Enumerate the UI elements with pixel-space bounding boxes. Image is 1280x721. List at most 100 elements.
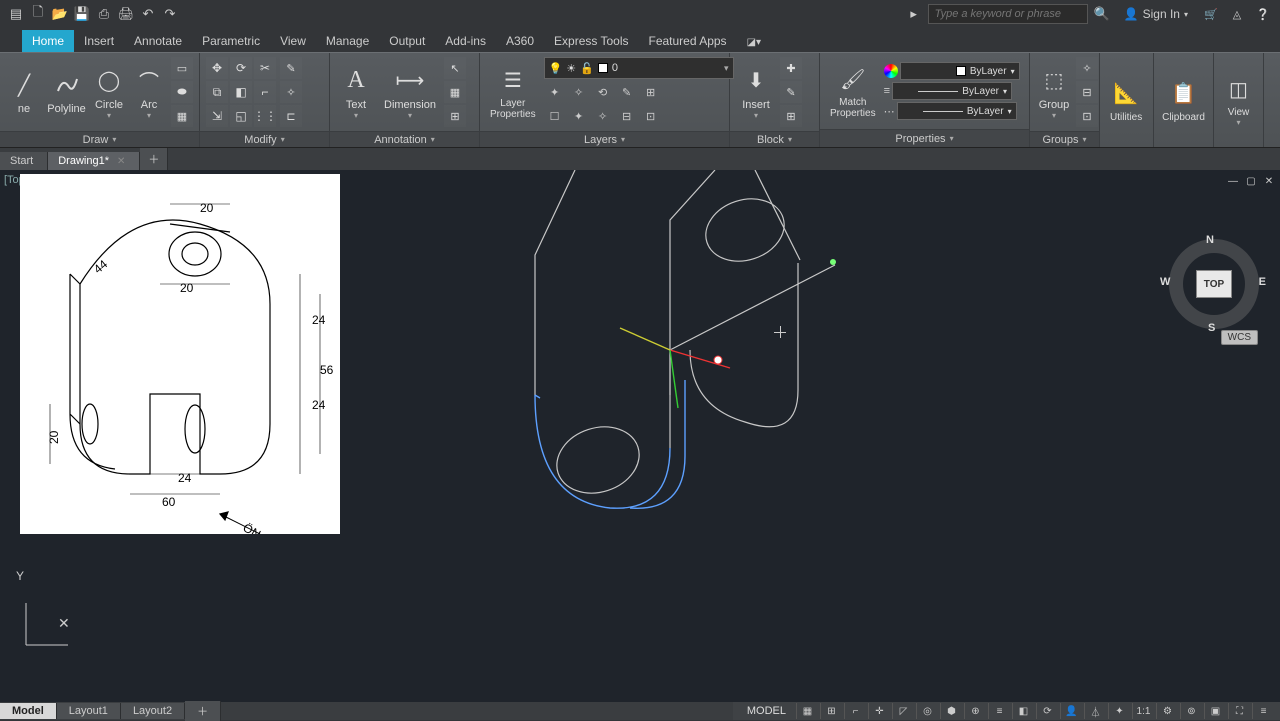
dimension-button[interactable]: ⟼Dimension [380, 63, 440, 122]
status-lwt-icon[interactable]: ≡ [988, 703, 1010, 719]
clipboard-button[interactable]: 📋Clipboard [1160, 76, 1207, 125]
layer-tool-1[interactable]: ✦ [544, 81, 566, 103]
layer-tool-8[interactable]: ✧ [592, 105, 614, 127]
layout-2[interactable]: Layout2 [121, 703, 185, 719]
offset-icon[interactable]: ⊏ [280, 105, 302, 127]
layer-tool-9[interactable]: ⊟ [616, 105, 638, 127]
status-snap-icon[interactable]: ⊞ [820, 703, 842, 719]
wcs-badge[interactable]: WCS [1221, 330, 1258, 345]
panel-annotation-title[interactable]: Annotation [330, 131, 479, 147]
search-arrow-icon[interactable]: ▸ [904, 4, 924, 24]
panel-block-title[interactable]: Block [730, 131, 819, 147]
search-input[interactable] [928, 4, 1088, 24]
mirror-icon[interactable]: ◧ [230, 81, 252, 103]
layer-tool-10[interactable]: ⊡ [640, 105, 662, 127]
trim-icon[interactable]: ✂ [254, 57, 276, 79]
close-icon[interactable]: ✕ [117, 156, 125, 167]
qat-open-icon[interactable]: 📂 [50, 4, 70, 24]
line-button[interactable]: ╱ne [6, 67, 42, 117]
viewcube-east[interactable]: E [1259, 276, 1266, 288]
group-button[interactable]: ⬚Group [1036, 63, 1072, 122]
tab-parametric[interactable]: Parametric [192, 30, 270, 52]
tab-express[interactable]: Express Tools [544, 30, 638, 52]
layer-tool-4[interactable]: ✎ [616, 81, 638, 103]
minimize-icon[interactable]: — [1226, 174, 1240, 188]
scale-icon[interactable]: ◱ [230, 105, 252, 127]
tab-annotate[interactable]: Annotate [124, 30, 192, 52]
fillet-icon[interactable]: ⌐ [254, 81, 276, 103]
group-select-icon[interactable]: ⊡ [1076, 105, 1098, 127]
status-grid-icon[interactable]: ▦ [796, 703, 818, 719]
status-cycle-icon[interactable]: ⟳ [1036, 703, 1058, 719]
tab-a360[interactable]: A360 [496, 30, 544, 52]
leader-icon[interactable]: ↖ [444, 57, 466, 79]
drawing-canvas[interactable]: [Top — ▢ ✕ 20 20 44 24 56 24 [0, 170, 1280, 702]
status-custom-icon[interactable]: ≡ [1252, 703, 1274, 719]
tab-overflow-icon[interactable]: ◪▾ [737, 33, 771, 52]
linetype-dropdown[interactable]: ByLayer [897, 102, 1017, 120]
hatch-icon[interactable]: ▦ [171, 105, 193, 127]
file-tab-drawing[interactable]: Drawing1*✕ [48, 152, 140, 170]
layer-tool-5[interactable]: ⊞ [640, 81, 662, 103]
file-tab-start[interactable]: Start [0, 152, 48, 170]
match-properties-button[interactable]: 🖌Match Properties [826, 61, 880, 121]
utilities-button[interactable]: 📐Utilities [1106, 76, 1146, 125]
text-button[interactable]: AText [336, 63, 376, 122]
qat-undo-icon[interactable]: ↶ [138, 4, 158, 24]
signin-button[interactable]: 👤 Sign In ▾ [1116, 7, 1196, 21]
copy-icon[interactable]: ⧉ [206, 81, 228, 103]
tab-addins[interactable]: Add-ins [435, 30, 496, 52]
rotate-icon[interactable]: ⟳ [230, 57, 252, 79]
tab-featured[interactable]: Featured Apps [639, 30, 737, 52]
layer-tool-7[interactable]: ✦ [568, 105, 590, 127]
status-model[interactable]: MODEL [739, 705, 794, 717]
tab-home[interactable]: Home [22, 30, 74, 52]
file-tab-new[interactable]: ＋ [140, 148, 168, 170]
array-icon[interactable]: ⋮⋮ [254, 105, 276, 127]
group-ungroup-icon[interactable]: ⊟ [1076, 81, 1098, 103]
qat-saveas-icon[interactable]: ⎙ [94, 4, 114, 24]
viewcube-west[interactable]: W [1160, 276, 1170, 288]
layer-tool-2[interactable]: ✧ [568, 81, 590, 103]
a360-icon[interactable]: ◬ [1226, 4, 1248, 24]
tab-manage[interactable]: Manage [316, 30, 379, 52]
layer-properties-button[interactable]: ☰Layer Properties [486, 62, 540, 122]
status-3dsnap-icon[interactable]: ⬢ [940, 703, 962, 719]
panel-properties-title[interactable]: Properties [820, 129, 1029, 147]
stretch-icon[interactable]: ⇲ [206, 105, 228, 127]
viewcube-south[interactable]: S [1208, 322, 1215, 334]
app-menu-icon[interactable]: ▤ [6, 4, 26, 24]
block-create-icon[interactable]: ✚ [780, 57, 802, 79]
status-gizmo-icon[interactable]: 👤 [1060, 703, 1082, 719]
close-viewport-icon[interactable]: ✕ [1262, 174, 1276, 188]
status-filter-icon[interactable]: ⏃ [1084, 703, 1106, 719]
layout-model[interactable]: Model [0, 703, 57, 719]
help-icon[interactable]: ❔ [1252, 4, 1274, 24]
layer-dropdown[interactable]: 💡 ☀ 🔓 0 [544, 57, 734, 79]
qat-print-icon[interactable]: 🖨 [116, 4, 136, 24]
group-edit-icon[interactable]: ✧ [1076, 57, 1098, 79]
tab-output[interactable]: Output [379, 30, 435, 52]
status-anno-icon[interactable]: ✦ [1108, 703, 1130, 719]
block-edit-icon[interactable]: ✎ [780, 81, 802, 103]
status-transp-icon[interactable]: ◧ [1012, 703, 1034, 719]
panel-draw-title[interactable]: Draw [0, 131, 199, 147]
polyline-button[interactable]: Polyline [46, 67, 87, 117]
tab-view[interactable]: View [270, 30, 316, 52]
layer-tool-6[interactable]: ☐ [544, 105, 566, 127]
viewcube-top[interactable]: TOP [1196, 270, 1232, 298]
block-attr-icon[interactable]: ⊞ [780, 105, 802, 127]
maximize-icon[interactable]: ▢ [1244, 174, 1258, 188]
status-iso-icon[interactable]: ◸ [892, 703, 914, 719]
panel-groups-title[interactable]: Groups [1030, 131, 1099, 147]
exchange-icon[interactable]: 🛒 [1200, 4, 1222, 24]
mtext-icon[interactable]: ⊞ [444, 105, 466, 127]
table-icon[interactable]: ▦ [444, 81, 466, 103]
qat-save-icon[interactable]: 💾 [72, 4, 92, 24]
layer-tool-3[interactable]: ⟲ [592, 81, 614, 103]
status-osnap-icon[interactable]: ◎ [916, 703, 938, 719]
move-icon[interactable]: ✥ [206, 57, 228, 79]
status-max-icon[interactable]: ⛶ [1228, 703, 1250, 719]
ellipse-icon[interactable]: ⬬ [171, 81, 193, 103]
viewcube[interactable]: TOP N S E W [1164, 234, 1264, 334]
